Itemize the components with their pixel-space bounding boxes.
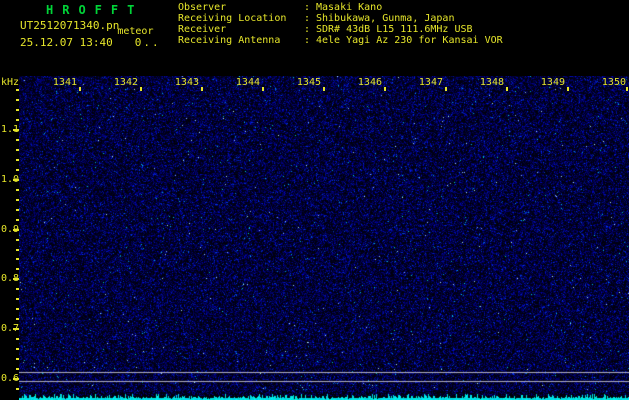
time-tick-label: 1348 [480,77,504,88]
antenna-value: 4ele Yagi Az 230 for Kansai VOR [316,35,503,46]
time-tick-label: 1349 [541,77,565,88]
freq-minor-tick [16,159,19,161]
time-tick [262,87,264,91]
freq-minor-tick [16,388,19,390]
freq-tick-label: 0.6 [1,373,21,384]
observer-value: Masaki Kano [316,2,382,13]
spectrogram-canvas [19,76,629,400]
time-tick-label: 1342 [114,77,138,88]
freq-minor-tick [16,169,19,171]
app-title: HROFFT [46,3,143,17]
freq-tick-label: 1.1 [1,124,21,135]
freq-minor-tick [16,239,19,241]
freq-minor-tick [16,219,19,221]
file-name: UT2512071340.pn [20,19,119,32]
time-tick [323,87,325,91]
datetime: 25.12.07 13:40 [20,36,113,49]
status-counter: 0.. [135,36,161,49]
freq-minor-tick [16,119,19,121]
time-tick-label: 1341 [53,77,77,88]
freq-minor-tick [16,348,19,350]
info-row-receiver: Receiver: SDR# 43dB L15 111.6MHz USB [178,24,503,35]
freq-tick-label: 0.8 [1,273,21,284]
freq-minor-tick [16,288,19,290]
info-row-antenna: Receiving Antenna:4ele Yagi Az 230 for K… [178,35,503,46]
freq-minor-tick [16,199,19,201]
freq-minor-tick [16,139,19,141]
freq-tick-label: 0.9 [1,224,21,235]
date-line: 25.12.07 13:40 0.. [20,36,161,49]
freq-tick-label: 1.0 [1,174,21,185]
time-tick [79,87,81,91]
time-tick-label: 1347 [419,77,443,88]
freq-tick-label: 0.7 [1,323,21,334]
freq-minor-tick [16,358,19,360]
freq-minor-tick [16,318,19,320]
time-tick-label: 1346 [358,77,382,88]
freq-minor-tick [16,149,19,151]
time-tick [201,87,203,91]
info-row-observer: Observer: Masaki Kano [178,2,503,13]
receiver-value: SDR# 43dB L15 111.6MHz USB [316,24,473,35]
freq-minor-tick [16,99,19,101]
hrofft-screen: HROFFT UT2512071340.pnmeteor 25.12.07 13… [0,0,629,400]
time-tick [140,87,142,91]
freq-minor-tick [16,268,19,270]
freq-minor-tick [16,308,19,310]
time-tick-label: 1343 [175,77,199,88]
freq-minor-tick [16,189,19,191]
time-tick-label: 1344 [236,77,260,88]
time-tick [506,87,508,91]
time-tick-label: 1350 [602,77,626,88]
freq-minor-tick [16,109,19,111]
freq-minor-tick [16,249,19,251]
time-tick-label: 1345 [297,77,321,88]
freq-axis-unit: kHz [1,77,19,88]
time-tick [384,87,386,91]
station-info: Observer: Masaki Kano Receiving Location:… [178,2,503,46]
freq-minor-tick [16,258,19,260]
location-value: Shibukawa, Gunma, Japan [316,13,454,24]
freq-minor-tick [16,298,19,300]
file-line: UT2512071340.pnmeteor [20,19,153,32]
info-row-location: Receiving Location: Shibukawa, Gunma, Jap… [178,13,503,24]
freq-minor-tick [16,368,19,370]
time-tick [567,87,569,91]
freq-minor-tick [16,209,19,211]
time-tick [445,87,447,91]
freq-minor-tick [16,338,19,340]
freq-minor-tick [16,89,19,91]
time-tick [626,87,628,91]
